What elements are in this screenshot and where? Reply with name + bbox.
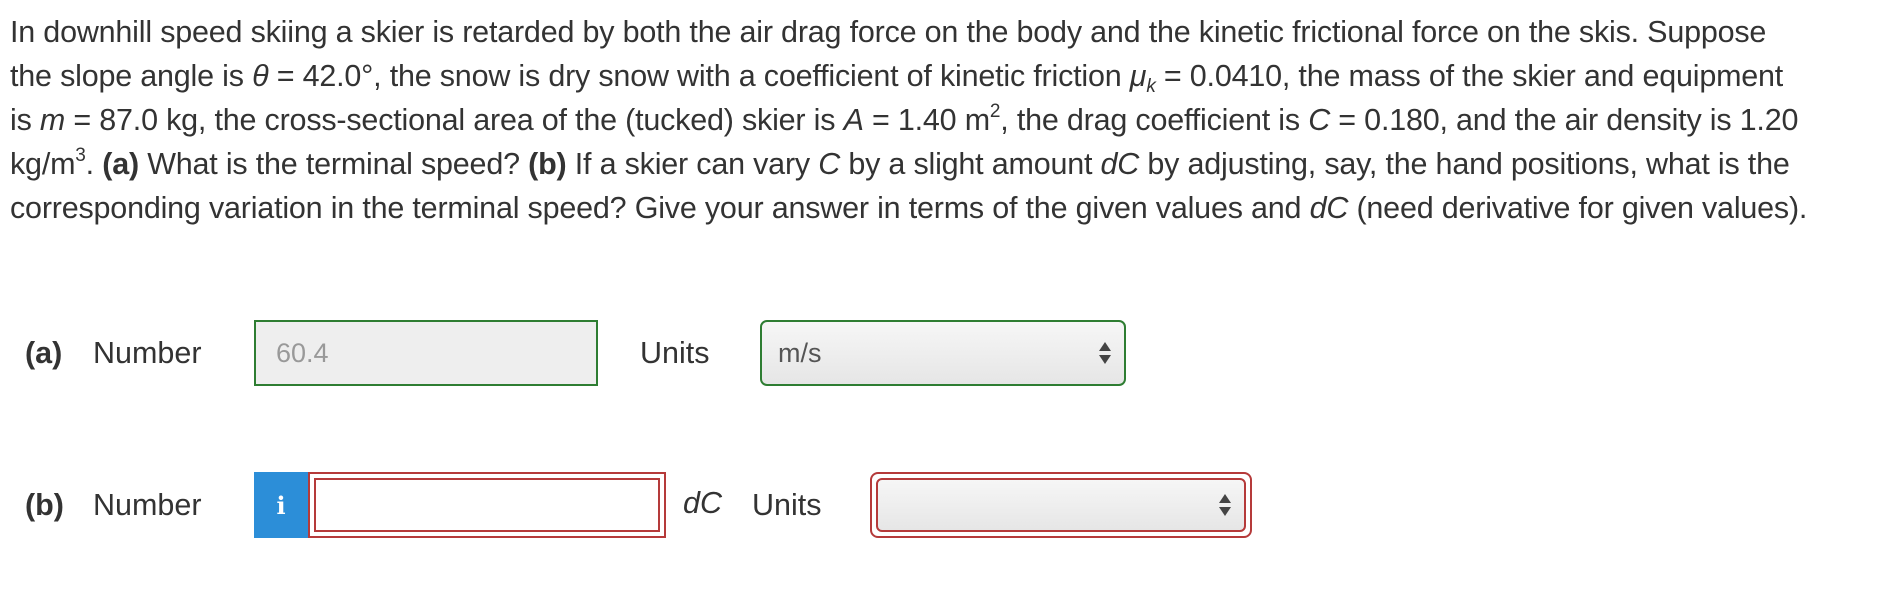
problem-text: , the drag coefficient is <box>1000 103 1309 137</box>
problem-text: = 0.180, and the air density is 1.20 <box>1330 103 1799 137</box>
problem-text: = 0.0410, the mass of the skier and equi… <box>1155 59 1784 93</box>
select-arrows-icon <box>1099 342 1111 364</box>
mu-symbol: μ <box>1129 59 1147 93</box>
problem-text: the slope angle is <box>10 59 253 93</box>
problem-line-4: kg/m3. (a) What is the terminal speed? (… <box>10 142 1888 186</box>
part-b-units-select[interactable] <box>870 472 1252 538</box>
dc-symbol: dC <box>1309 191 1349 225</box>
part-a-row: (a) Number 60.4 Units m/s <box>0 318 1895 388</box>
mu-subscript: k <box>1146 76 1156 97</box>
part-a-tag: (a) <box>102 147 139 181</box>
part-a-label: (a) <box>25 336 63 370</box>
select-arrows-icon <box>1219 494 1231 516</box>
problem-text: by adjusting, say, the hand positions, w… <box>1139 147 1790 181</box>
problem-text: corresponding variation in the terminal … <box>10 191 1310 225</box>
part-b-number-label: Number <box>93 488 202 522</box>
problem-line-1: In downhill speed skiing a skier is reta… <box>10 10 1888 54</box>
part-b-tag: (b) <box>528 147 567 181</box>
part-b-label: (b) <box>25 488 64 522</box>
problem-line-2: the slope angle is θ = 42.0°, the snow i… <box>10 54 1888 98</box>
area-exponent: 2 <box>989 101 1001 122</box>
problem-text: In downhill speed skiing a skier is reta… <box>10 15 1767 49</box>
part-b-dc-label: dC <box>683 486 722 520</box>
problem-text: = 42.0°, the snow is dry snow with a coe… <box>268 59 1130 93</box>
area-symbol: A <box>843 103 864 137</box>
mass-symbol: m <box>39 103 66 137</box>
problem-text: by a slight amount <box>840 147 1101 181</box>
info-icon[interactable]: i <box>254 472 308 538</box>
dc-symbol: dC <box>1100 147 1140 181</box>
part-b-units-label: Units <box>752 488 822 522</box>
part-b-row: (b) Number i dC Units <box>0 470 1895 540</box>
problem-text: kg/m <box>10 147 76 181</box>
part-b-number-inner-border <box>314 478 660 532</box>
problem-text: (need derivative for given values). <box>1348 191 1808 225</box>
part-b-number-input[interactable] <box>308 472 666 538</box>
part-a-units-select[interactable]: m/s <box>760 320 1126 386</box>
part-a-units-value: m/s <box>778 337 822 368</box>
problem-line-3: is m = 87.0 kg, the cross-sectional area… <box>10 98 1888 142</box>
part-a-number-input[interactable]: 60.4 <box>254 320 598 386</box>
part-b-units-inner <box>876 478 1246 532</box>
part-a-units-label: Units <box>640 336 710 370</box>
info-icon-glyph: i <box>276 490 286 520</box>
problem-text: What is the terminal speed? <box>138 147 529 181</box>
problem-text: = 1.40 m <box>863 103 990 137</box>
density-exponent: 3 <box>75 145 86 166</box>
drag-coefficient-symbol: C <box>1308 103 1331 137</box>
problem-text: = 87.0 kg, the cross-sectional area of t… <box>65 103 844 137</box>
part-a-number-label: Number <box>93 336 202 370</box>
problem-text: . <box>85 147 103 181</box>
problem-line-5: corresponding variation in the terminal … <box>10 186 1888 230</box>
problem-text: If a skier can vary <box>566 147 819 181</box>
theta-symbol: θ <box>252 59 269 93</box>
part-a-number-value: 60.4 <box>276 337 329 368</box>
problem-text: is <box>10 103 40 137</box>
problem-statement: In downhill speed skiing a skier is reta… <box>10 10 1888 230</box>
drag-coefficient-symbol: C <box>818 147 841 181</box>
